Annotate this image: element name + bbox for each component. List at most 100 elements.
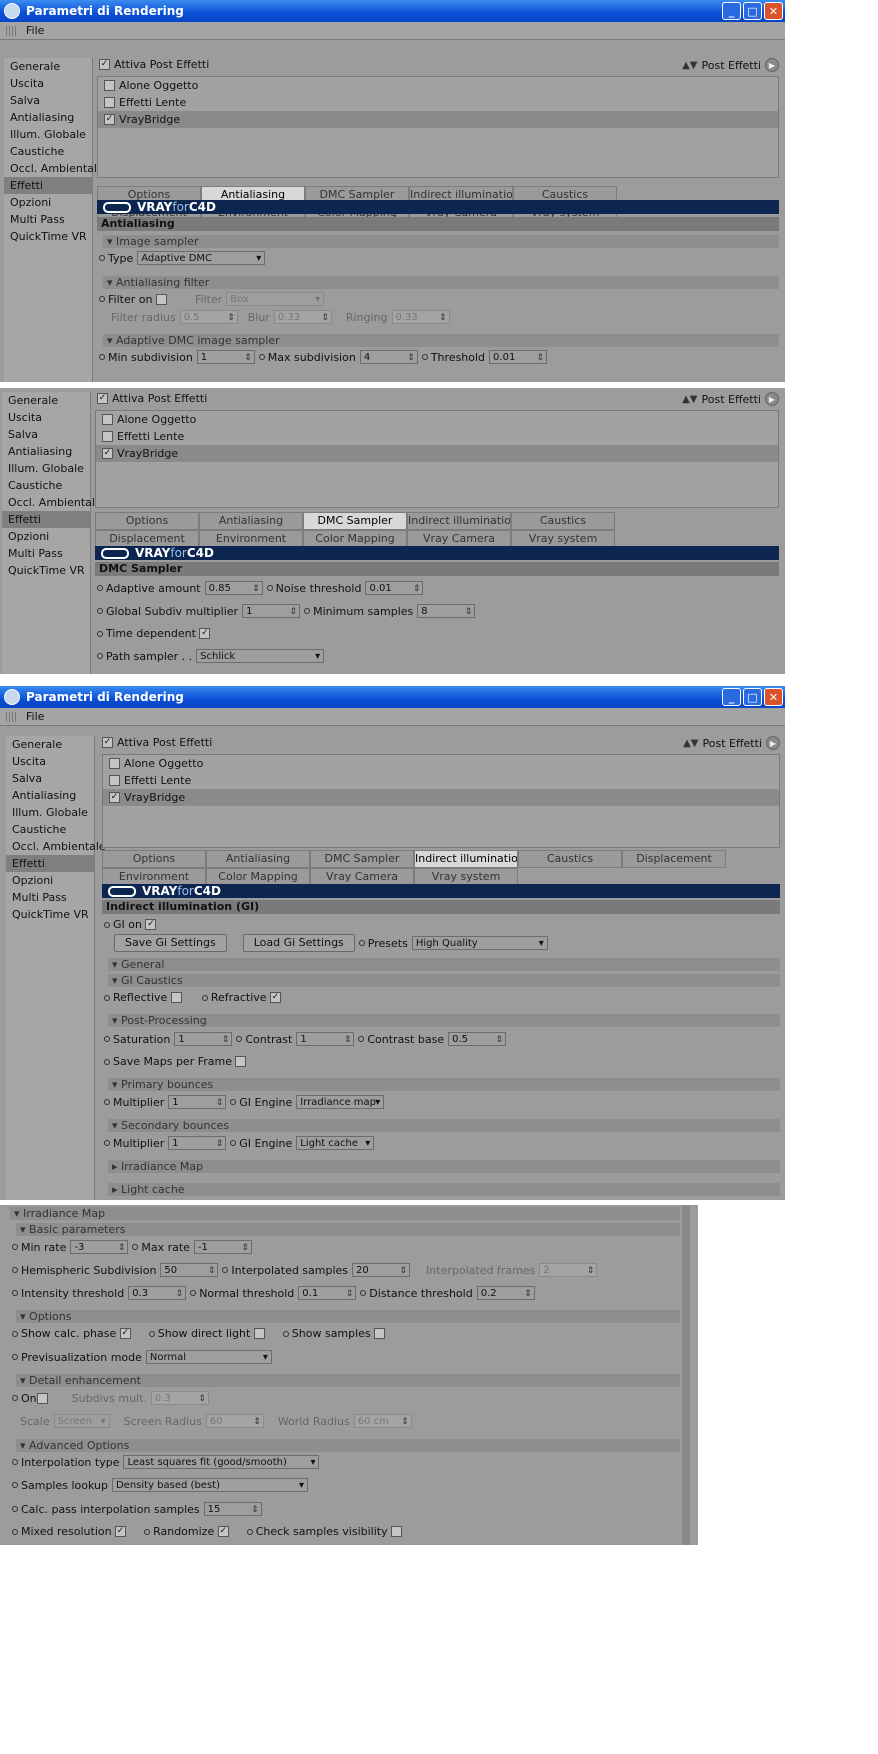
sidebar-item[interactable]: Uscita bbox=[2, 409, 90, 426]
group-general[interactable]: ▾ General bbox=[108, 958, 780, 971]
check-visibility-checkbox[interactable] bbox=[391, 1526, 403, 1537]
scrollbar[interactable] bbox=[682, 1205, 690, 1545]
sidebar-item[interactable]: Caustiche bbox=[2, 477, 90, 494]
tab-caustics[interactable]: Caustics bbox=[511, 512, 615, 530]
arrow-right-icon[interactable]: ▶ bbox=[766, 736, 780, 750]
contrast-input[interactable]: 1 bbox=[296, 1032, 355, 1047]
checkbox[interactable]: ✓ bbox=[109, 792, 120, 803]
noise-threshold-input[interactable]: 0.01 bbox=[365, 581, 424, 596]
show-direct-checkbox[interactable] bbox=[253, 1328, 265, 1339]
tab-dmc-sampler[interactable]: DMC Sampler bbox=[303, 512, 407, 530]
checkbox[interactable] bbox=[102, 414, 113, 425]
reflective-checkbox[interactable] bbox=[170, 992, 182, 1003]
checkbox[interactable] bbox=[109, 758, 120, 769]
presets-select[interactable]: High Quality bbox=[411, 936, 548, 951]
intensity-threshold-input[interactable]: 0.3 bbox=[128, 1286, 187, 1301]
sidebar-item[interactable]: QuickTime VR bbox=[6, 906, 94, 923]
enable-post-checkbox[interactable]: ✓ bbox=[102, 737, 113, 748]
group-aa-filter[interactable]: ▾ Antialiasing filter bbox=[103, 276, 779, 289]
radius-input[interactable]: 0.5 bbox=[179, 310, 238, 325]
min-rate-input[interactable]: -3 bbox=[70, 1240, 129, 1255]
sort-arrows-icon[interactable]: ▲▼ bbox=[682, 60, 697, 71]
checkbox[interactable] bbox=[104, 97, 115, 108]
samples-lookup-select[interactable]: Density based (best) bbox=[111, 1478, 308, 1493]
group-irradiance-map[interactable]: ▸ Irradiance Map bbox=[108, 1160, 780, 1173]
sidebar-item[interactable]: Illum. Globale bbox=[6, 804, 94, 821]
list-item[interactable]: Alone Oggetto bbox=[96, 411, 778, 428]
sort-arrows-icon[interactable]: ▲▼ bbox=[682, 394, 697, 405]
refractive-checkbox[interactable]: ✓ bbox=[270, 992, 282, 1003]
sidebar-item[interactable]: Opzioni bbox=[6, 872, 94, 889]
primary-multiplier-input[interactable]: 1 bbox=[168, 1095, 227, 1110]
mixed-resolution-checkbox[interactable]: ✓ bbox=[115, 1526, 127, 1537]
group-detail-enhancement[interactable]: ▾ Detail enhancement bbox=[16, 1374, 680, 1387]
sidebar-item[interactable]: Opzioni bbox=[4, 194, 92, 211]
list-item[interactable]: Effetti Lente bbox=[103, 772, 779, 789]
enable-post-checkbox[interactable]: ✓ bbox=[99, 59, 110, 70]
close-button[interactable]: ✕ bbox=[764, 688, 783, 706]
sidebar-item[interactable]: Occl. Ambientale bbox=[6, 838, 106, 855]
tab-caustics[interactable]: Caustics bbox=[518, 850, 622, 868]
threshold-input[interactable]: 0.01 bbox=[489, 350, 548, 365]
contrast-base-input[interactable]: 0.5 bbox=[448, 1032, 507, 1047]
tab-dmc-sampler[interactable]: DMC Sampler bbox=[310, 850, 414, 868]
sidebar-item[interactable]: Uscita bbox=[4, 75, 92, 92]
tab-antialiasing[interactable]: Antialiasing bbox=[206, 850, 310, 868]
group-gi-caustics[interactable]: ▾ GI Caustics bbox=[108, 974, 780, 987]
sidebar-item[interactable]: Antialiasing bbox=[4, 109, 92, 126]
primary-engine-select[interactable]: Irradiance map bbox=[296, 1095, 385, 1110]
menu-file[interactable]: File bbox=[26, 710, 44, 723]
sidebar-item[interactable]: Uscita bbox=[6, 753, 94, 770]
blur-input[interactable]: 0.33 bbox=[273, 310, 332, 325]
time-dependent-checkbox[interactable]: ✓ bbox=[199, 628, 211, 639]
checkbox[interactable] bbox=[104, 80, 115, 91]
list-item[interactable]: Effetti Lente bbox=[98, 94, 778, 111]
sidebar-item[interactable]: Generale bbox=[6, 736, 94, 753]
checkbox[interactable] bbox=[102, 431, 113, 442]
list-item[interactable]: Alone Oggetto bbox=[103, 755, 779, 772]
tab-options[interactable]: Options bbox=[95, 512, 199, 530]
sidebar-item[interactable]: QuickTime VR bbox=[2, 562, 90, 579]
show-samples-checkbox[interactable] bbox=[374, 1328, 386, 1339]
screen-radius-input[interactable]: 60 bbox=[205, 1414, 264, 1429]
tab-gi[interactable]: Indirect illumination (GI) bbox=[414, 850, 518, 868]
list-item[interactable]: ✓ VrayBridge bbox=[103, 789, 779, 806]
sort-arrows-icon[interactable]: ▲▼ bbox=[683, 738, 698, 749]
sidebar-item[interactable]: Multi Pass bbox=[4, 211, 92, 228]
detail-on-checkbox[interactable] bbox=[36, 1392, 48, 1404]
sidebar-item-effetti[interactable]: Effetti bbox=[6, 855, 94, 872]
sidebar-item[interactable]: Antialiasing bbox=[2, 443, 90, 460]
adaptive-amount-input[interactable]: 0.85 bbox=[204, 581, 263, 596]
min-subdiv-input[interactable]: 1 bbox=[196, 350, 255, 365]
randomize-checkbox[interactable]: ✓ bbox=[217, 1526, 229, 1537]
group-options[interactable]: ▾ Options bbox=[16, 1310, 680, 1323]
subdivs-mult-input[interactable]: 0.3 bbox=[150, 1391, 209, 1406]
sidebar-item[interactable]: Salva bbox=[4, 92, 92, 109]
distance-threshold-input[interactable]: 0.2 bbox=[476, 1286, 535, 1301]
group-secondary-bounces[interactable]: ▾ Secondary bounces bbox=[108, 1119, 780, 1132]
group-light-cache[interactable]: ▸ Light cache bbox=[108, 1183, 780, 1196]
group-primary-bounces[interactable]: ▾ Primary bounces bbox=[108, 1078, 780, 1091]
post-menu-label[interactable]: Post Effetti bbox=[702, 393, 762, 406]
normal-threshold-input[interactable]: 0.1 bbox=[298, 1286, 357, 1301]
close-button[interactable]: ✕ bbox=[764, 2, 783, 20]
tab-gi[interactable]: Indirect illumination (GI) bbox=[407, 512, 511, 530]
min-samples-input[interactable]: 8 bbox=[417, 604, 476, 619]
sidebar-item[interactable]: Caustiche bbox=[6, 821, 94, 838]
filter-select[interactable]: Box bbox=[226, 292, 325, 307]
group-post-processing[interactable]: ▾ Post-Processing bbox=[108, 1014, 780, 1027]
sidebar-item[interactable]: Generale bbox=[2, 392, 90, 409]
type-select[interactable]: Adaptive DMC bbox=[137, 251, 266, 266]
minimize-button[interactable]: _ bbox=[722, 688, 741, 706]
menu-file[interactable]: File bbox=[26, 24, 44, 37]
previs-mode-select[interactable]: Normal bbox=[145, 1350, 272, 1365]
arrow-right-icon[interactable]: ▶ bbox=[765, 392, 779, 406]
sidebar-item[interactable]: Multi Pass bbox=[2, 545, 90, 562]
interp-samples-input[interactable]: 20 bbox=[352, 1263, 411, 1278]
hemi-subdiv-input[interactable]: 50 bbox=[160, 1263, 219, 1278]
minimize-button[interactable]: _ bbox=[722, 2, 741, 20]
gi-on-checkbox[interactable]: ✓ bbox=[145, 919, 157, 930]
scale-select[interactable]: Screen bbox=[53, 1414, 110, 1429]
checkbox[interactable]: ✓ bbox=[104, 114, 115, 125]
max-subdiv-input[interactable]: 4 bbox=[359, 350, 418, 365]
